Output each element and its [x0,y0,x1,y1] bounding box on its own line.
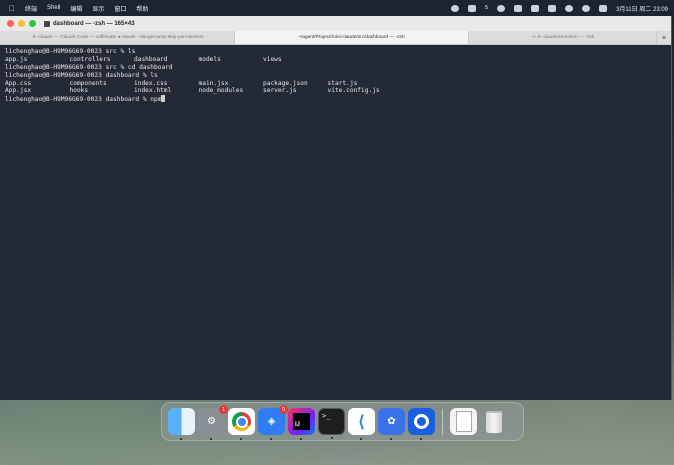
ls-output-row: App.css components index.css main.jsx pa… [5,80,666,88]
minimize-button[interactable] [18,20,25,27]
status-icon[interactable] [451,4,460,12]
ls-entry: index.css [134,79,168,87]
terminal-output[interactable]: lichenghao@B-H9M96G69-0023 src % ls app.… [0,46,671,400]
ls-entry: main.jsx [198,79,229,87]
menu-item-terminal[interactable]: 终端 [25,4,37,13]
ls-entry: app.js [5,55,28,63]
tab-remotion[interactable]: ~/..t/--claude/remotion — -zsh [469,31,658,44]
menu-clock[interactable]: 3月11日 周二 23:09 [616,4,668,13]
running-indicator [180,438,182,440]
settings-icon[interactable]: ⚙ 1 [198,405,228,440]
finder-icon[interactable] [168,408,195,440]
ls-entry: controllers [69,55,111,63]
ls-entry: vite.config.js [327,87,380,95]
terminal-line: lichenghao@B-H9M96G69-0023 dashboard % l… [5,71,158,79]
apple-icon[interactable]:  [9,4,15,13]
ls-output-row: app.js controllers dashboard models view… [5,56,666,64]
running-indicator [300,438,302,440]
menu-extra-icon[interactable] [531,4,540,12]
terminal-window: dashboard — -zsh — 165×43 ..t/--claude —… [0,16,672,400]
ls-entry: views [263,55,282,63]
vscode-icon[interactable]: ⟨ [348,408,375,440]
dock-divider [442,408,443,435]
file-icon[interactable] [450,408,477,435]
running-indicator [360,438,362,440]
menu-item-view[interactable]: 显示 [92,4,104,13]
menu-bar:  终端 Shell 编辑 显示 窗口 帮助 5 3月11日 周二 23:09 [0,0,674,16]
window-titlebar: dashboard — -zsh — 165×43 [0,16,671,31]
ls-entry: models [198,55,221,63]
paw-icon[interactable]: ✿ [378,408,405,440]
terminal-line: lichenghao@B-H9M96G69-0023 src % ls [5,48,136,55]
ls-entry: dashboard [134,55,168,63]
trash-icon[interactable] [480,408,507,435]
ls-entry: index.html [134,87,172,95]
running-indicator [270,438,272,440]
menu-item-shell[interactable]: Shell [47,5,60,11]
prompt-text: lichenghao@B-H9M96G69-0023 dashboard % n… [5,96,162,104]
ls-entry: package.json [263,79,308,87]
dock: ⚙ 1 ◈ 0 IJ >_ ⟨ ✿ [161,402,524,441]
menu-item-window[interactable]: 窗口 [114,4,126,13]
terminal-line: lichenghao@B-H9M96G69-0023 src % cd dash… [5,63,173,71]
notification-count[interactable]: 5 [485,5,488,11]
ls-entry: App.css [5,79,32,87]
shield-icon[interactable] [497,4,506,12]
terminal-icon[interactable]: >_ [318,408,345,439]
menu-item-help[interactable]: 帮助 [136,4,148,13]
ls-entry: node_modules [198,87,244,95]
tab-dashboard[interactable]: ~/agent/Project/mini-claude/src/dashboar… [234,31,470,44]
tab-claude[interactable]: ..t/--claude — Claude Code — caffeinate … [0,31,235,44]
ls-entry: server.js [263,87,297,95]
maximize-button[interactable] [29,20,36,27]
search-icon[interactable] [582,4,591,12]
ls-entry: start.js [327,79,358,87]
running-indicator [240,438,242,440]
menu-item-edit[interactable]: 编辑 [70,4,82,13]
running-indicator [210,438,212,440]
tray-icon[interactable] [514,4,523,12]
qq-icon[interactable]: ◈ 0 [258,405,288,440]
running-indicator [331,437,333,439]
new-tab-button[interactable]: + [657,31,671,44]
notification-badge: 1 [219,405,228,414]
tab-bar: ..t/--claude — Claude Code — caffeinate … [0,31,671,45]
quark-icon[interactable] [408,408,435,440]
folder-icon [44,20,50,27]
notification-badge: 0 [279,405,288,414]
app-status-icon[interactable] [468,4,477,12]
close-button[interactable] [7,20,14,27]
ls-entry: App.jsx [5,87,32,95]
running-indicator [420,438,422,440]
wifi-icon[interactable] [565,4,574,12]
ls-entry: hooks [69,87,89,95]
battery-icon[interactable] [548,4,557,12]
control-center-icon[interactable] [599,4,608,12]
ls-entry: components [69,79,107,87]
chrome-icon[interactable] [228,408,255,440]
text-cursor [161,95,166,103]
running-indicator [390,438,392,440]
window-title: dashboard — -zsh — 165×43 [53,20,135,27]
intellij-icon[interactable]: IJ [288,408,315,440]
ls-output-row: App.jsx hooks index.html node_modules se… [5,87,666,95]
terminal-prompt-line[interactable]: lichenghao@B-H9M96G69-0023 dashboard % n… [5,95,666,103]
